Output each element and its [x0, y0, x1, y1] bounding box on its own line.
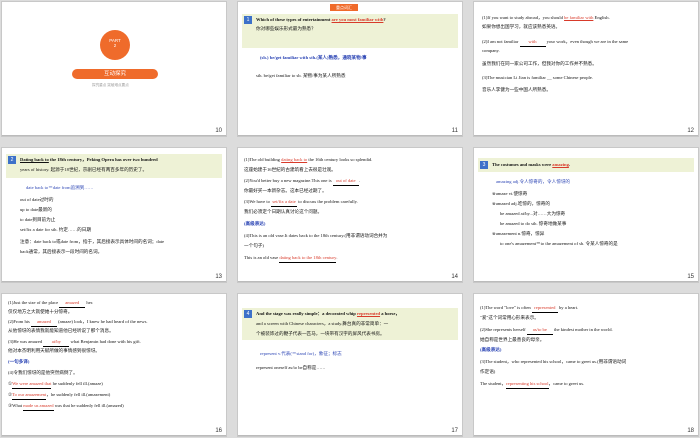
slide-number: 12 [687, 128, 694, 134]
divider [2, 135, 226, 136]
slide-thumbnail-13[interactable]: 2 Dating back to the 18th century，Peking… [2, 148, 226, 282]
slide-thumbnail-18[interactable]: (1)The word "love" is often represented … [474, 294, 698, 436]
slide-thumbnail-12[interactable]: (1)If you want to study abroad，you shoul… [474, 2, 698, 136]
number-marker: 3 [480, 161, 488, 169]
section-tag: 重点词汇 [330, 4, 358, 11]
divider [474, 135, 698, 136]
slide-thumbnail-17[interactable]: 4 And the stage was really simple：a deco… [238, 294, 462, 436]
divider [474, 435, 698, 436]
number-marker: 2 [8, 156, 16, 164]
slide-thumbnail-11[interactable]: 重点词汇 1 Which of these types of entertain… [238, 2, 462, 136]
divider [238, 435, 462, 436]
slide-number: 13 [215, 274, 222, 280]
divider [238, 135, 462, 136]
divider [2, 281, 226, 282]
divider [238, 281, 462, 282]
slide-number: 18 [687, 428, 694, 434]
part-badge: PART 2 [100, 30, 130, 60]
slide-thumbnail-15[interactable]: 3 The costumes and masks were amazing. a… [474, 148, 698, 282]
section-subtitle: 探究重点 突破难点要点 [92, 83, 129, 87]
slide-number: 17 [451, 428, 458, 434]
section-title: 互动探究 [72, 69, 158, 79]
slide-number: 14 [451, 274, 458, 280]
slide-number: 11 [451, 128, 458, 134]
number-marker: 1 [244, 16, 252, 24]
number-marker: 4 [244, 310, 252, 318]
slide-thumbnail-16[interactable]: (1)Just the size of the place amazed her… [2, 294, 226, 436]
slide-number: 15 [687, 274, 694, 280]
slide-number: 16 [215, 428, 222, 434]
slide-thumbnail-10[interactable]: PART 2 互动探究 探究重点 突破难点要点 10 [2, 2, 226, 136]
slide-thumbnail-14[interactable]: (1)The old building dating back to the 1… [238, 148, 462, 282]
divider [474, 281, 698, 282]
slide-number: 10 [215, 128, 222, 134]
divider [2, 435, 226, 436]
